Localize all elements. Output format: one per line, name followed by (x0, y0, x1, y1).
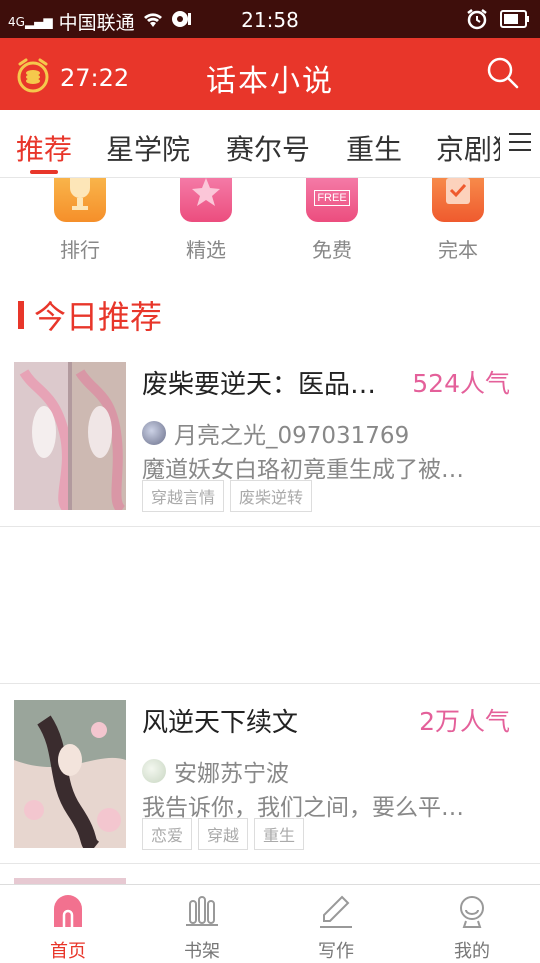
search-button[interactable] (486, 56, 520, 94)
bookshelf-icon (184, 896, 220, 933)
book-description: 我告诉你，我们之间，要么平… (142, 795, 464, 821)
book-popularity: 524人气 (412, 369, 510, 398)
book-title[interactable]: 风逆天下续文 (142, 702, 298, 739)
category-tabs: 推荐 星学院 赛尔号 重生 京剧猫 (0, 110, 540, 178)
book-tag[interactable]: 穿越言情 (142, 480, 225, 512)
section-header: 今日推荐 (18, 292, 162, 338)
profile-icon (454, 896, 490, 933)
book-popularity: 2万人气 (419, 707, 510, 736)
tab-seer[interactable]: 赛尔号 (226, 128, 310, 168)
shortcut-label: 免费 (312, 238, 352, 262)
author-name: 安娜苏宁波 (174, 761, 289, 787)
check-icon (432, 178, 484, 222)
shortcut-label: 完本 (438, 238, 478, 262)
free-badge: FREE (314, 190, 350, 206)
shortcut-label: 精选 (186, 238, 226, 262)
book-tag[interactable]: 废柴逆转 (230, 480, 313, 512)
app-title: 话本小说 (206, 64, 334, 99)
nav-home[interactable]: 首页 (18, 893, 118, 963)
home-icon (50, 895, 86, 933)
category-shortcuts: 排行 精选 FREE 免费 完本 (0, 178, 540, 268)
nav-label: 首页 (50, 941, 86, 962)
app-bar: 27:22 话本小说 (0, 38, 540, 110)
book-tags: 穿越言情 废柴逆转 (142, 480, 313, 512)
shortcut-free[interactable]: FREE 免费 (282, 178, 382, 263)
book-item[interactable]: 风逆天下续文 2万人气 安娜苏宁波 我告诉你，我们之间，要么平… 恋爱 穿越 重… (0, 700, 540, 850)
shortcut-label: 排行 (60, 238, 100, 262)
bottom-navigation: 首页 书架 写作 我的 (0, 884, 540, 963)
book-tag[interactable]: 重生 (254, 818, 305, 850)
list-divider (0, 526, 540, 527)
author-avatar (142, 759, 166, 783)
book-tag[interactable]: 恋爱 (142, 818, 193, 850)
tab-menu-button[interactable] (500, 110, 540, 177)
author-avatar (142, 421, 166, 445)
shortcut-completed[interactable]: 完本 (408, 178, 508, 263)
book-description: 魔道妖女白珞初竟重生成了被… (142, 457, 464, 483)
author-name: 月亮之光_097031769 (174, 423, 410, 449)
nav-label: 写作 (318, 941, 354, 962)
shortcut-ranking[interactable]: 排行 (30, 178, 130, 263)
nav-label: 我的 (454, 941, 490, 962)
status-time: 21:58 (241, 8, 299, 32)
search-icon (486, 57, 520, 94)
tab-recommend[interactable]: 推荐 (16, 128, 72, 168)
book-tag[interactable]: 穿越 (198, 818, 249, 850)
shortcut-featured[interactable]: 精选 (156, 178, 256, 263)
tab-rebirth[interactable]: 重生 (346, 128, 402, 168)
pen-icon (318, 895, 354, 933)
book-author[interactable]: 月亮之光_097031769 (142, 416, 409, 450)
list-divider (0, 683, 540, 684)
star-icon (180, 178, 232, 222)
nav-label: 书架 (184, 941, 220, 962)
nav-write[interactable]: 写作 (286, 893, 386, 963)
section-accent-bar (18, 301, 24, 329)
tab-star-academy[interactable]: 星学院 (106, 128, 190, 168)
section-title: 今日推荐 (34, 298, 163, 336)
book-author[interactable]: 安娜苏宁波 (142, 754, 289, 788)
nav-bookshelf[interactable]: 书架 (152, 893, 252, 963)
status-bar: 4G▂▄▆ 中国联通 21:58 (0, 0, 540, 38)
alarm-icon (466, 8, 488, 35)
free-icon: FREE (306, 178, 358, 222)
menu-icon (507, 131, 533, 157)
list-divider (0, 863, 540, 864)
book-title[interactable]: 废柴要逆天：医品… (142, 364, 376, 401)
battery-icon (500, 10, 530, 33)
nav-profile[interactable]: 我的 (422, 893, 522, 963)
book-cover[interactable] (14, 362, 126, 510)
active-tab-indicator (30, 170, 58, 174)
trophy-icon (54, 178, 106, 222)
book-item[interactable]: 废柴要逆天：医品… 524人气 月亮之光_097031769 魔道妖女白珞初竟重… (0, 362, 540, 512)
book-tags: 恋爱 穿越 重生 (142, 818, 305, 850)
book-cover[interactable] (14, 700, 126, 848)
